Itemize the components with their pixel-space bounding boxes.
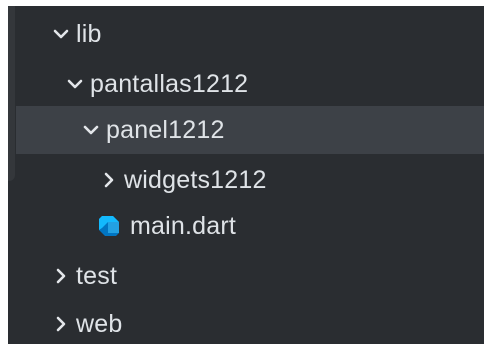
scrollbar-thumb[interactable] — [8, 6, 15, 181]
dart-file-icon — [96, 213, 122, 239]
tree-item-label: pantallas1212 — [90, 69, 249, 98]
tree-item-label: lib — [76, 19, 102, 48]
tree-item-panel1212[interactable]: panel1212 — [16, 106, 484, 154]
tree-item-label: widgets1212 — [124, 165, 267, 194]
chevron-right-icon[interactable] — [50, 265, 72, 287]
tree-item-test[interactable]: test — [16, 252, 484, 300]
tree-item-label: panel1212 — [106, 115, 225, 144]
tree-item-lib[interactable]: lib — [16, 10, 484, 58]
chevron-down-icon[interactable] — [80, 119, 102, 141]
scrollbar-track[interactable] — [8, 6, 16, 344]
tree-item-web[interactable]: web — [16, 300, 484, 344]
tree-item-label: web — [76, 309, 123, 338]
tree-item-pantallas1212[interactable]: pantallas1212 — [16, 60, 484, 108]
file-explorer-panel: lib pantallas1212 panel1212 widgets1212 — [8, 6, 484, 344]
chevron-down-icon[interactable] — [50, 23, 72, 45]
chevron-down-icon[interactable] — [64, 73, 86, 95]
tree-item-label: main.dart — [130, 211, 237, 240]
tree-item-main-dart[interactable]: main.dart — [16, 202, 484, 250]
tree-item-widgets1212[interactable]: widgets1212 — [16, 156, 484, 204]
tree-item-label: test — [76, 261, 118, 290]
chevron-right-icon[interactable] — [50, 313, 72, 335]
chevron-right-icon[interactable] — [98, 169, 120, 191]
